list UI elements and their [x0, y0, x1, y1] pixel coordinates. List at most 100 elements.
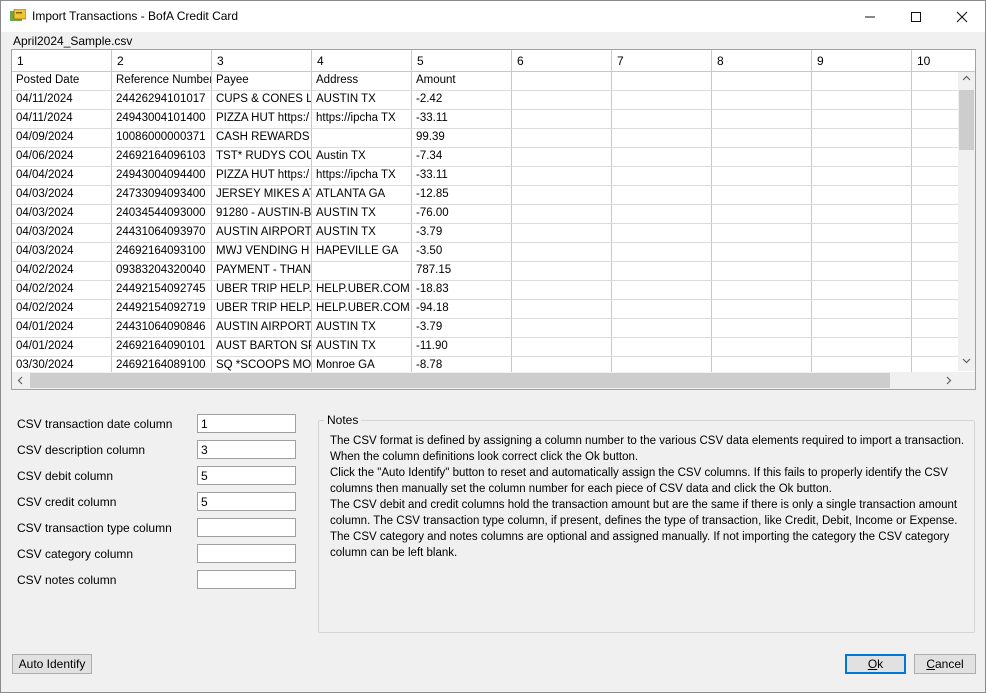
table-cell[interactable]: 04/04/2024	[12, 167, 112, 186]
table-cell[interactable]: CUPS & CONES L	[212, 91, 312, 110]
table-cell[interactable]: 24492154092745	[112, 281, 212, 300]
table-cell[interactable]: -3.79	[412, 224, 512, 243]
table-cell[interactable]: AUSTIN TX	[312, 319, 412, 338]
debit-column-input[interactable]: 5	[197, 466, 296, 485]
table-cell[interactable]: 04/01/2024	[12, 338, 112, 357]
table-cell[interactable]	[512, 110, 612, 129]
table-cell[interactable]: CASH REWARDS S	[212, 129, 312, 148]
table-cell[interactable]	[712, 205, 812, 224]
table-cell[interactable]: Reference Number	[112, 72, 212, 91]
table-cell[interactable]: HELP.UBER.COM C	[312, 300, 412, 319]
table-cell[interactable]	[812, 186, 912, 205]
table-cell[interactable]: PIZZA HUT https:/	[212, 167, 312, 186]
minimize-button[interactable]	[847, 1, 893, 32]
table-cell[interactable]: AUSTIN AIRPORT-	[212, 224, 312, 243]
table-cell[interactable]: -33.11	[412, 110, 512, 129]
table-cell[interactable]	[812, 205, 912, 224]
table-cell[interactable]: 04/03/2024	[12, 205, 112, 224]
table-cell[interactable]: 24692164093100	[112, 243, 212, 262]
table-cell[interactable]: 04/09/2024	[12, 129, 112, 148]
table-cell[interactable]	[712, 186, 812, 205]
table-cell[interactable]: 04/02/2024	[12, 262, 112, 281]
table-row[interactable]: 04/03/2024 24733094093400 JERSEY MIKES ATL…	[12, 186, 975, 205]
table-row[interactable]: 04/11/2024 24426294101017 CUPS & CONES L AU…	[12, 91, 975, 110]
table-cell[interactable]	[612, 224, 712, 243]
horizontal-scrollbar[interactable]	[12, 372, 975, 389]
table-cell[interactable]	[812, 262, 912, 281]
table-cell[interactable]: 10086000000371	[112, 129, 212, 148]
table-cell[interactable]	[612, 148, 712, 167]
table-cell[interactable]: ATLANTA GA	[312, 186, 412, 205]
table-cell[interactable]: 09383204320040	[112, 262, 212, 281]
table-cell[interactable]	[712, 300, 812, 319]
table-cell[interactable]: 787.15	[412, 262, 512, 281]
table-cell[interactable]: -7.34	[412, 148, 512, 167]
table-cell[interactable]: -3.79	[412, 319, 512, 338]
table-cell[interactable]: 24943004101400	[112, 110, 212, 129]
table-cell[interactable]	[612, 186, 712, 205]
table-cell[interactable]	[512, 148, 612, 167]
table-cell[interactable]: https://ipcha TX	[312, 110, 412, 129]
table-cell[interactable]	[712, 319, 812, 338]
table-cell[interactable]	[612, 243, 712, 262]
table-cell[interactable]	[612, 91, 712, 110]
table-cell[interactable]: 24733094093400	[112, 186, 212, 205]
table-cell[interactable]: 04/11/2024	[12, 91, 112, 110]
table-cell[interactable]: -94.18	[412, 300, 512, 319]
table-cell[interactable]	[812, 224, 912, 243]
table-cell[interactable]	[612, 129, 712, 148]
table-cell[interactable]	[512, 186, 612, 205]
table-row[interactable]: 04/02/2024 24492154092745 UBER TRIP HELP.U…	[12, 281, 975, 300]
table-cell[interactable]	[712, 224, 812, 243]
column-number-header-cell[interactable]: 9	[812, 50, 912, 72]
table-row[interactable]: 04/09/2024 10086000000371 CASH REWARDS S 99…	[12, 129, 975, 148]
table-cell[interactable]: Amount	[412, 72, 512, 91]
column-number-header-cell[interactable]: 5	[412, 50, 512, 72]
table-cell[interactable]: -76.00	[412, 205, 512, 224]
scroll-up-arrow[interactable]	[962, 74, 971, 86]
table-cell[interactable]: AUST BARTON SP	[212, 338, 312, 357]
table-cell[interactable]: Payee	[212, 72, 312, 91]
table-cell[interactable]: 04/06/2024	[12, 148, 112, 167]
table-cell[interactable]: AUSTIN TX	[312, 338, 412, 357]
table-cell[interactable]: 24034544093000	[112, 205, 212, 224]
table-cell[interactable]: HELP.UBER.COM C	[312, 281, 412, 300]
table-cell[interactable]: https://ipcha TX	[312, 167, 412, 186]
table-cell[interactable]	[712, 129, 812, 148]
scroll-left-arrow[interactable]	[16, 376, 25, 388]
column-number-header-cell[interactable]: 1	[12, 50, 112, 72]
transaction-date-column-input[interactable]: 1	[197, 414, 296, 433]
table-row[interactable]: 04/02/2024 24492154092719 UBER TRIP HELP.U…	[12, 300, 975, 319]
table-row[interactable]: 04/03/2024 24034544093000 91280 - AUSTIN-B…	[12, 205, 975, 224]
maximize-button[interactable]	[893, 1, 939, 32]
table-cell[interactable]: -11.90	[412, 338, 512, 357]
table-cell[interactable]	[712, 167, 812, 186]
table-cell[interactable]: Posted Date	[12, 72, 112, 91]
table-cell[interactable]: 24692164096103	[112, 148, 212, 167]
description-column-input[interactable]: 3	[197, 440, 296, 459]
table-cell[interactable]	[512, 224, 612, 243]
table-cell[interactable]	[712, 243, 812, 262]
table-cell[interactable]: -3.50	[412, 243, 512, 262]
table-cell[interactable]: 24426294101017	[112, 91, 212, 110]
table-cell[interactable]: 24431064090846	[112, 319, 212, 338]
csv-preview-grid[interactable]: 1 2 3 4 5 6 7 8 9 10 Posted Date Reference Number P…	[11, 49, 976, 390]
table-row[interactable]: 04/01/2024 24692164090101 AUST BARTON SP AU…	[12, 338, 975, 357]
table-cell[interactable]: 04/01/2024	[12, 319, 112, 338]
table-cell[interactable]	[712, 110, 812, 129]
column-number-header-cell[interactable]: 2	[112, 50, 212, 72]
table-cell[interactable]: 04/02/2024	[12, 300, 112, 319]
table-cell[interactable]: HAPEVILLE GA	[312, 243, 412, 262]
table-cell[interactable]: Austin TX	[312, 148, 412, 167]
table-row[interactable]: 04/01/2024 24431064090846 AUSTIN AIRPORT- A…	[12, 319, 975, 338]
table-cell[interactable]	[812, 72, 912, 91]
table-cell[interactable]: 04/02/2024	[12, 281, 112, 300]
category-column-input[interactable]	[197, 544, 296, 563]
table-cell[interactable]	[812, 91, 912, 110]
table-cell[interactable]: -33.11	[412, 167, 512, 186]
scroll-down-arrow[interactable]	[962, 356, 971, 368]
table-cell[interactable]: -2.42	[412, 91, 512, 110]
table-cell[interactable]	[312, 262, 412, 281]
vertical-scroll-thumb[interactable]	[959, 90, 974, 150]
table-cell[interactable]	[612, 110, 712, 129]
